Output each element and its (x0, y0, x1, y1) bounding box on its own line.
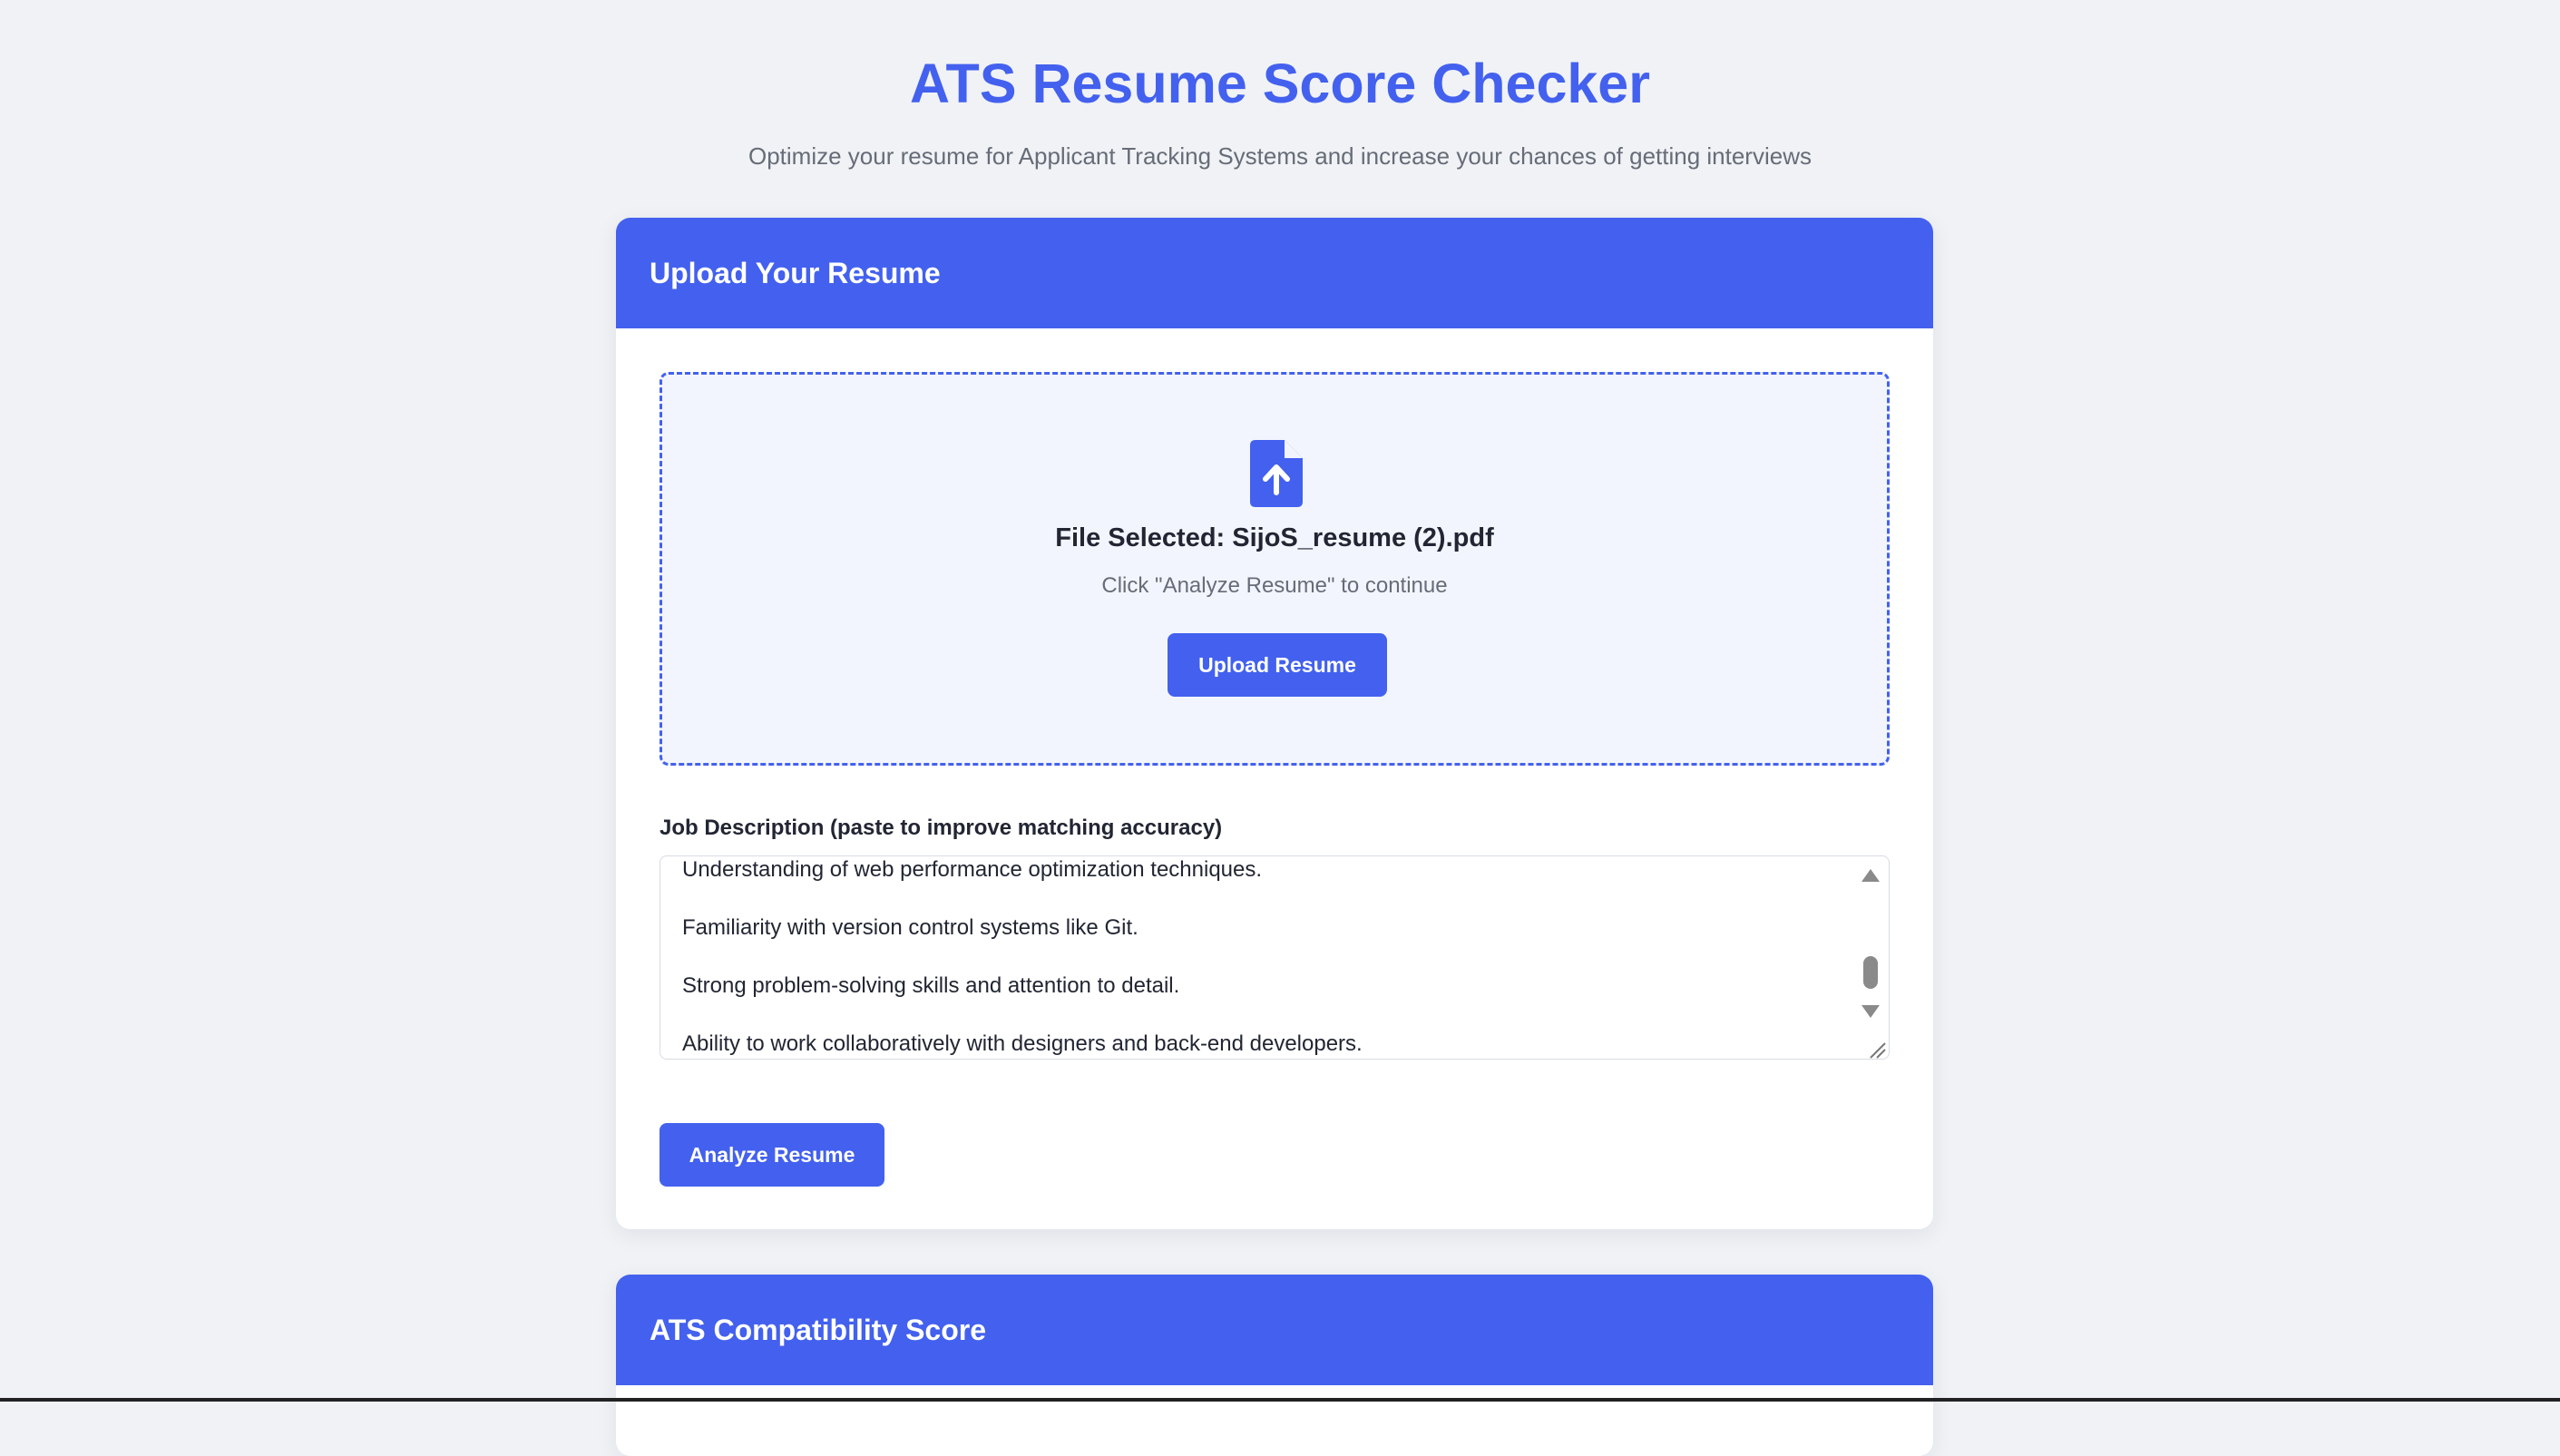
score-card-title: ATS Compatibility Score (616, 1275, 1933, 1385)
job-description-label: Job Description (paste to improve matchi… (660, 816, 1223, 840)
job-description-line: Familiarity with version control systems… (682, 915, 1138, 940)
page-title: ATS Resume Score Checker (910, 53, 1650, 114)
resume-drop-zone[interactable]: File Selected: SijoS_resume (2).pdf Clic… (660, 372, 1890, 766)
resize-grip-icon[interactable] (1865, 1038, 1887, 1060)
file-selected-text: File Selected: SijoS_resume (2).pdf (1055, 523, 1494, 552)
upload-card-title: Upload Your Resume (616, 218, 1933, 328)
job-description-line: Understanding of web performance optimiz… (682, 857, 1263, 882)
job-description-line: Strong problem-solving skills and attent… (682, 973, 1180, 998)
job-description-line: Ability to work collaboratively with des… (682, 1031, 1363, 1056)
scroll-down-arrow-icon[interactable] (1861, 1005, 1880, 1018)
upload-resume-button[interactable]: Upload Resume (1168, 633, 1387, 697)
window-bottom-border (0, 1398, 2560, 1402)
file-upload-icon (1250, 440, 1303, 507)
scrollbar-thumb[interactable] (1863, 956, 1878, 989)
scroll-up-arrow-icon[interactable] (1861, 869, 1880, 882)
job-description-textarea[interactable]: Understanding of web performance optimiz… (660, 855, 1890, 1060)
ats-score-card: ATS Compatibility Score (616, 1275, 1933, 1456)
analyze-hint-text: Click "Analyze Resume" to continue (1101, 573, 1448, 598)
upload-resume-card: Upload Your Resume File Selected: SijoS_… (616, 218, 1933, 1229)
analyze-resume-button[interactable]: Analyze Resume (660, 1123, 884, 1187)
page-subtitle: Optimize your resume for Applicant Track… (748, 142, 1812, 170)
